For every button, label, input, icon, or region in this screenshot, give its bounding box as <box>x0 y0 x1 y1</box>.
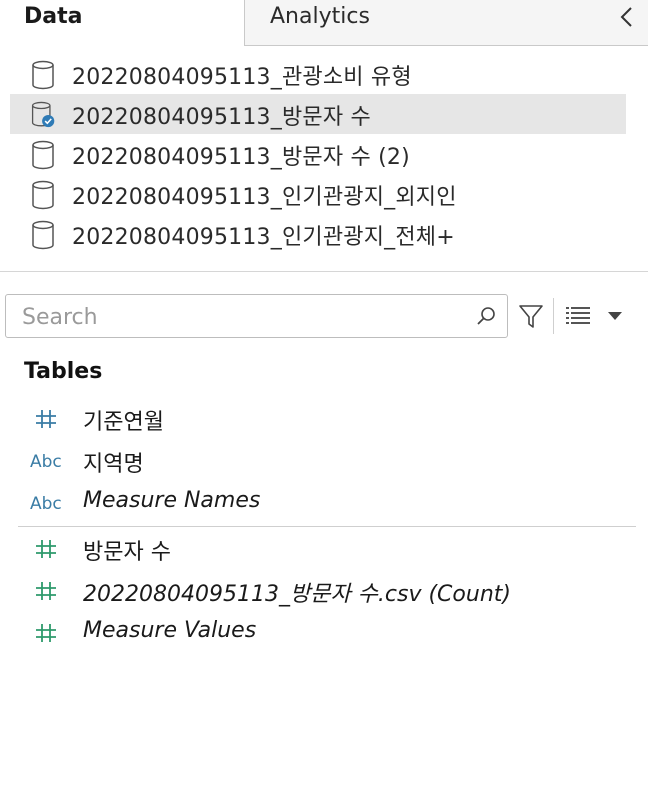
data-source-item-selected[interactable]: 20220804095113_방문자 수 <box>10 94 626 134</box>
data-source-item[interactable]: 20220804095113_인기관광지_전체+ <box>10 214 626 254</box>
list-view-icon[interactable] <box>565 305 591 327</box>
string-dimension-icon: Abc <box>30 452 62 472</box>
field-label: Measure Values <box>83 618 257 643</box>
number-dimension-icon <box>36 410 56 428</box>
field-item[interactable]: Measure Values <box>18 613 636 653</box>
number-measure-icon <box>36 540 56 558</box>
database-icon <box>32 140 54 170</box>
field-label: 방문자 수 <box>83 540 171 565</box>
data-source-item[interactable]: 20220804095113_관광소비 유형 <box>10 54 626 94</box>
search-icon[interactable] <box>475 305 497 327</box>
section-divider <box>0 271 648 272</box>
string-dimension-icon: Abc <box>30 494 62 514</box>
filter-icon[interactable] <box>517 302 545 330</box>
tab-data[interactable]: Data <box>0 0 245 46</box>
database-check-icon <box>31 101 55 128</box>
pane-tabs: Data Analytics <box>0 0 648 46</box>
tab-analytics[interactable]: Analytics <box>245 0 648 46</box>
field-label: 지역명 <box>83 452 144 477</box>
data-source-label: 20220804095113_방문자 수 (2) <box>72 145 410 170</box>
toolbar-separator <box>553 298 554 334</box>
field-item[interactable]: Abc Measure Names <box>18 483 636 523</box>
tab-analytics-label: Analytics <box>270 4 370 29</box>
data-source-item[interactable]: 20220804095113_인기관광지_외지인 <box>10 174 626 214</box>
database-icon <box>32 180 54 210</box>
tables-heading: Tables <box>24 359 103 384</box>
data-source-label: 20220804095113_관광소비 유형 <box>72 65 412 90</box>
data-source-label: 20220804095113_방문자 수 <box>72 105 371 130</box>
field-label: 20220804095113_방문자 수.csv (Count) <box>83 582 511 607</box>
dimension-measure-divider <box>18 526 636 527</box>
data-source-label: 20220804095113_인기관광지_외지인 <box>72 185 457 210</box>
field-item[interactable]: 20220804095113_방문자 수.csv (Count) <box>18 571 636 611</box>
data-source-item[interactable]: 20220804095113_방문자 수 (2) <box>10 134 626 174</box>
chevron-down-icon[interactable] <box>607 311 623 321</box>
number-measure-icon <box>36 624 56 642</box>
search-box <box>5 294 508 338</box>
tab-data-label: Data <box>24 4 83 29</box>
search-input[interactable] <box>20 301 464 333</box>
field-label: Measure Names <box>83 488 261 513</box>
number-measure-icon <box>36 582 56 600</box>
chevron-left-icon[interactable] <box>616 4 638 30</box>
field-item[interactable]: 기준연월 <box>18 399 636 439</box>
field-item[interactable]: 방문자 수 <box>18 529 636 569</box>
field-label: 기준연월 <box>83 410 164 435</box>
field-item[interactable]: Abc 지역명 <box>18 441 636 481</box>
database-icon <box>32 60 54 90</box>
database-icon <box>32 220 54 250</box>
data-source-label: 20220804095113_인기관광지_전체+ <box>72 225 455 250</box>
